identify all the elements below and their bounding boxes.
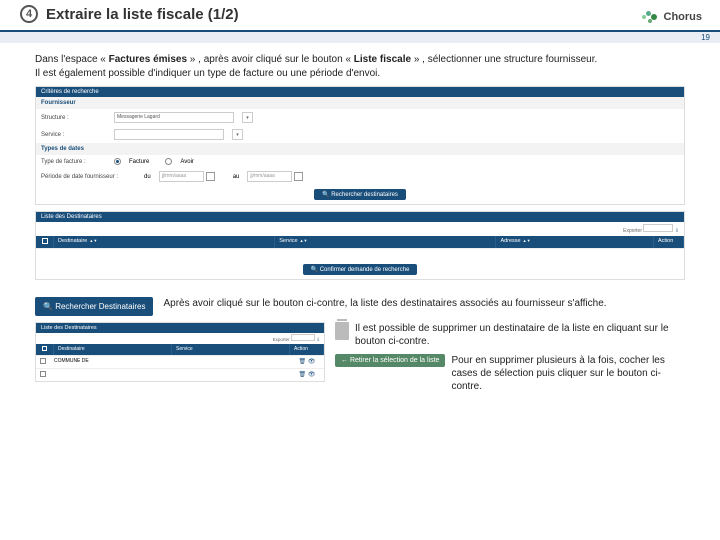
radio-facture-label: Facture [129,159,149,165]
panel-header: Liste des Destinataires [36,323,324,333]
sub-fournisseur: Fournisseur [36,97,684,109]
page-title: Extraire la liste fiscale (1/2) [46,6,239,23]
calendar-icon[interactable] [206,172,215,181]
cell-actions: 🗑 👁 [290,356,324,368]
destinataires-list-panel: Liste des Destinataires Exporter ⇩ Desti… [35,211,685,280]
service-dropdown-icon[interactable]: ▾ [232,129,243,140]
retire-selection-button[interactable]: ← Retirer la sélection de la liste [335,354,445,367]
label-au: au [233,174,240,180]
caption-retire: Pour en supprimer plusieurs à la fois, c… [451,354,685,393]
delete-row-icon[interactable]: 🗑 [299,359,307,365]
panel-header: Critères de recherche [36,87,684,97]
label-du: du [144,174,151,180]
table-row: 🗑 👁 [36,368,324,381]
calendar-icon[interactable] [294,172,303,181]
radio-facture[interactable] [114,158,121,165]
radio-avoir-label: Avoir [180,159,194,165]
confirm-download-button[interactable]: 🔍 Confirmer demande de recherche [303,264,418,275]
export-select[interactable] [643,224,673,232]
structure-dropdown-icon[interactable]: ▾ [242,112,253,123]
structure-input[interactable]: Messagerie Lagard [114,112,234,123]
panel-header: Liste des Destinataires [36,212,684,222]
label-structure: Structure : [41,115,106,121]
export-icon[interactable]: ⇩ [675,228,679,234]
logo-dots-icon [642,8,662,26]
cell-service [170,356,290,368]
export-icon[interactable]: ⇩ [316,337,320,342]
checkbox-all[interactable] [42,238,48,244]
label-periode: Période de date fournisseur : [41,174,136,180]
date-du-field[interactable]: jj/mm/aaaa [159,171,215,182]
row-checkbox[interactable] [40,358,46,364]
mini-destinataires-panel: Liste des Destinataires Exporter ⇩ Desti… [35,322,325,382]
intro-paragraph: Dans l'espace « Factures émises » , aprè… [35,53,685,80]
row-checkbox[interactable] [40,371,46,377]
page-number: 19 [0,32,720,43]
sub-types: Types de dates [36,143,684,155]
export-select[interactable] [291,334,315,341]
cell-destinataire: COMMUNE DE [50,356,170,368]
label-type-facture: Type de facture : [41,159,106,165]
view-row-icon[interactable]: 👁 [308,372,316,378]
caption-delete: Il est possible de supprimer un destinat… [355,322,685,348]
logo-text: Chorus [664,11,703,23]
delete-row-icon[interactable]: 🗑 [299,372,307,378]
search-criteria-panel: Critères de recherche Fournisseur Struct… [35,86,685,205]
export-row: Exporter ⇩ [36,222,684,236]
chorus-logo: Chorus [642,8,703,26]
trash-icon [335,322,349,340]
radio-avoir[interactable] [165,158,172,165]
table-row: COMMUNE DE 🗑 👁 [36,355,324,368]
label-service: Service : [41,132,106,138]
search-destinataires-button[interactable]: 🔍 Rechercher destinataires [314,189,406,200]
view-row-icon[interactable]: 👁 [308,359,316,365]
caption-search: Après avoir cliqué sur le bouton ci-cont… [163,297,720,310]
table-header: Destinataire Service Action [36,344,324,355]
service-input[interactable] [114,129,224,140]
empty-table-row [36,248,684,260]
step-number: 4 [20,5,38,23]
table-header: Destinataire▲▼ Service▲▼ Adresse▲▼ Actio… [36,236,684,248]
rechercher-destinataires-button[interactable]: 🔍 Rechercher Destinataires [35,297,153,316]
date-au-field[interactable]: jj/mm/aaaa [247,171,303,182]
checkbox-all[interactable] [42,346,47,351]
